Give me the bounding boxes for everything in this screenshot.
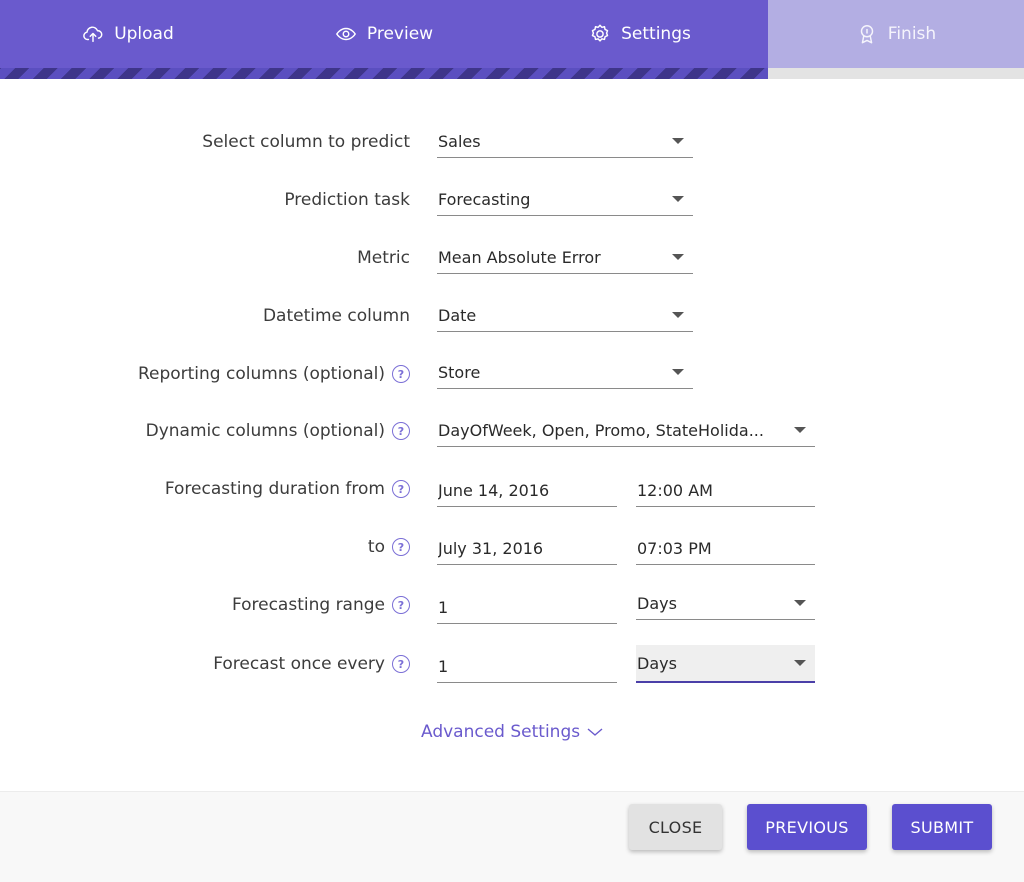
- prediction-task-select[interactable]: Forecasting: [437, 184, 693, 216]
- label-reporting-columns: Reporting columns (optional) ?: [138, 364, 410, 384]
- help-icon[interactable]: ?: [392, 596, 410, 614]
- help-icon[interactable]: ?: [392, 655, 410, 673]
- dropdown-arrow-icon: [672, 138, 684, 144]
- help-icon[interactable]: ?: [392, 365, 410, 383]
- step-label: Settings: [621, 24, 691, 44]
- step-preview[interactable]: Preview: [256, 0, 512, 68]
- cloud-upload-icon: [82, 23, 104, 45]
- step-label: Preview: [366, 24, 434, 44]
- forecast-every-unit-select[interactable]: Days: [636, 645, 815, 683]
- forecasting-range-input[interactable]: 1: [437, 592, 617, 624]
- submit-button[interactable]: SUBMIT: [892, 804, 992, 850]
- help-icon[interactable]: ?: [392, 538, 410, 556]
- label-dynamic-columns: Dynamic columns (optional) ?: [146, 421, 410, 441]
- award-icon: [856, 23, 878, 45]
- datetime-column-select[interactable]: Date: [437, 300, 693, 332]
- reporting-columns-select[interactable]: Store: [437, 357, 693, 389]
- step-finish[interactable]: Finish: [768, 0, 1024, 68]
- step-label: Upload: [114, 24, 174, 44]
- help-icon[interactable]: ?: [392, 422, 410, 440]
- step-label: Finish: [887, 24, 937, 44]
- label-duration-to: to ?: [368, 537, 410, 557]
- close-button[interactable]: CLOSE: [629, 804, 722, 850]
- chevron-down-icon: [587, 727, 603, 737]
- dropdown-arrow-icon: [794, 427, 806, 433]
- label-datetime-column: Datetime column: [262, 306, 410, 326]
- duration-to-time-input[interactable]: 07:03 PM: [636, 533, 815, 565]
- gear-icon: [589, 23, 611, 45]
- dropdown-arrow-icon: [794, 600, 806, 606]
- dynamic-columns-select[interactable]: DayOfWeek, Open, Promo, StateHolida...: [437, 415, 815, 447]
- label-metric: Metric: [357, 248, 410, 268]
- step-settings[interactable]: Settings: [512, 0, 768, 68]
- forecast-every-input[interactable]: 1: [437, 651, 617, 683]
- duration-to-date-input[interactable]: July 31, 2016: [437, 533, 617, 565]
- dropdown-arrow-icon: [672, 254, 684, 260]
- label-prediction-task: Prediction task: [284, 190, 410, 210]
- duration-from-time-input[interactable]: 12:00 AM: [636, 475, 815, 507]
- dropdown-arrow-icon: [794, 660, 806, 666]
- dropdown-arrow-icon: [672, 369, 684, 375]
- dropdown-arrow-icon: [672, 312, 684, 318]
- advanced-settings-toggle[interactable]: Advanced Settings: [421, 722, 603, 742]
- label-forecast-every: Forecast once every ?: [213, 654, 410, 674]
- label-predict-column: Select column to predict: [202, 132, 410, 152]
- wizard-stepper: Upload Preview Settings Finish: [0, 0, 1024, 68]
- forecasting-range-unit-select[interactable]: Days: [636, 588, 815, 620]
- label-forecasting-range: Forecasting range ?: [232, 595, 410, 615]
- predict-column-select[interactable]: Sales: [437, 126, 693, 158]
- step-upload[interactable]: Upload: [0, 0, 256, 68]
- progress-bar: [0, 68, 768, 79]
- dialog-footer: [0, 791, 1024, 882]
- duration-from-date-input[interactable]: June 14, 2016: [437, 475, 617, 507]
- eye-icon: [335, 23, 357, 45]
- dropdown-arrow-icon: [672, 196, 684, 202]
- metric-select[interactable]: Mean Absolute Error: [437, 242, 693, 274]
- help-icon[interactable]: ?: [392, 480, 410, 498]
- previous-button[interactable]: PREVIOUS: [747, 804, 867, 850]
- label-duration-from: Forecasting duration from ?: [165, 479, 410, 499]
